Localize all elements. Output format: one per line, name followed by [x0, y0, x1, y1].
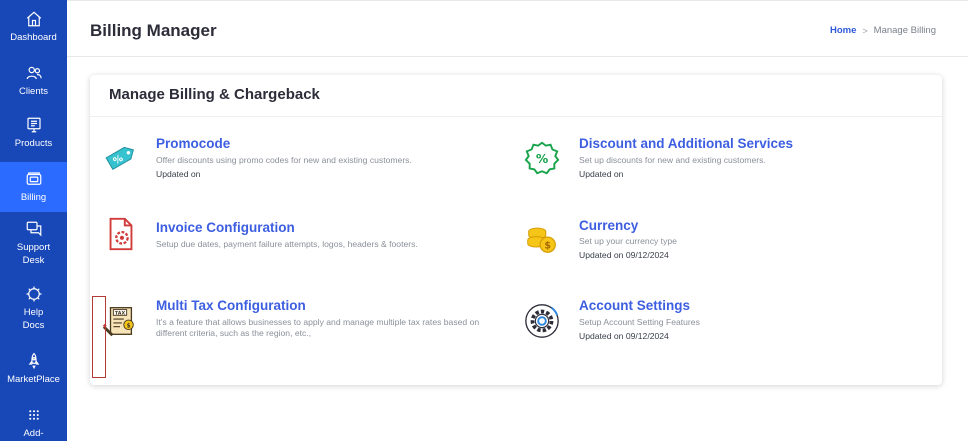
tile-title[interactable]: Discount and Additional Services [579, 136, 793, 151]
tile-updated-date: Updated on 09/12/2024 [579, 250, 669, 260]
users-icon [26, 66, 42, 80]
billing-icon [26, 172, 41, 185]
tile-title[interactable]: Promocode [156, 136, 230, 151]
tile-title[interactable]: Invoice Configuration [156, 220, 295, 235]
breadcrumb-home-link[interactable]: Home [830, 25, 856, 36]
sidebar-item-label-line2: Desk [22, 255, 45, 266]
svg-text:%: % [536, 152, 548, 166]
top-header: Billing Manager Home > Manage Billing [67, 0, 968, 57]
sidebar-item-billing[interactable]: Billing [0, 162, 67, 212]
breadcrumb-separator: > [862, 25, 868, 36]
coins-icon: $ [527, 227, 556, 253]
sidebar-item-dashboard[interactable]: Dashboard [0, 10, 67, 52]
tile-updated-date: Updated on [579, 169, 624, 179]
sidebar-item-help-docs[interactable]: Help Docs [0, 285, 67, 337]
tile-title[interactable]: Multi Tax Configuration [156, 298, 306, 313]
page-title: Billing Manager [90, 21, 217, 40]
breadcrumb-current: Manage Billing [873, 25, 936, 36]
discount-badge-icon: % [524, 141, 560, 175]
card-header: Manage Billing & Chargeback [90, 75, 942, 117]
tile-title[interactable]: Currency [579, 218, 638, 233]
sidebar-item-marketplace[interactable]: MarketPlace [0, 352, 67, 392]
tile-description: Set up discounts for new and existing cu… [579, 155, 766, 165]
tile-description: Setup due dates, payment failure attempt… [156, 239, 418, 249]
invoice-gear-icon [109, 217, 133, 251]
billing-card: Manage Billing & Chargeback % Promocode … [90, 75, 942, 385]
tile-updated-date: Updated on [156, 169, 201, 179]
sidebar-item-label: MarketPlace [7, 374, 60, 385]
apps-grid-icon [28, 410, 39, 420]
promo-tag-icon: % [105, 146, 134, 171]
sidebar-item-products[interactable]: Products [0, 116, 67, 156]
tax-label: TAX [115, 310, 126, 316]
tax-document-icon: TAX $ [102, 307, 134, 337]
monitor-icon [26, 117, 41, 133]
svg-text:$: $ [544, 241, 551, 252]
tile-description: Set up your currency type [579, 236, 677, 246]
lifebuoy-icon [26, 286, 41, 302]
svg-text:$: $ [127, 324, 131, 330]
sidebar-item-label: Billing [20, 192, 47, 203]
sidebar-item-support-desk[interactable]: Support Desk [0, 220, 67, 270]
sidebar-item-label: Add- [23, 428, 44, 439]
chat-icon [26, 221, 41, 237]
sidebar-item-label: Help [23, 307, 44, 318]
rocket-icon [28, 352, 39, 370]
sidebar-item-label-line2: Docs [22, 320, 45, 331]
breadcrumb: Home > Manage Billing [830, 25, 936, 36]
home-icon [26, 11, 41, 27]
sidebar-item-label: Dashboard [10, 32, 57, 43]
tile-description: Offer discounts using promo codes for ne… [156, 155, 412, 165]
sidebar: Dashboard Clients Products Billing Suppo… [0, 0, 67, 441]
selection-highlight-box [92, 296, 106, 378]
tile-title[interactable]: Account Settings [579, 298, 690, 313]
sidebar-item-addons[interactable]: Add- [0, 406, 67, 441]
tile-description: Setup Account Setting Features [579, 317, 700, 327]
sidebar-item-label: Products [14, 138, 53, 149]
card-title: Manage Billing & Chargeback [109, 86, 320, 103]
settings-gear-icon [525, 304, 559, 338]
tile-description: It's a feature that allows businesses to… [156, 317, 480, 338]
sidebar-item-label: Clients [18, 86, 49, 97]
sidebar-item-label: Support [16, 242, 51, 253]
tile-updated-date: Updated on 09/12/2024 [579, 331, 669, 341]
sidebar-item-clients[interactable]: Clients [0, 64, 67, 104]
